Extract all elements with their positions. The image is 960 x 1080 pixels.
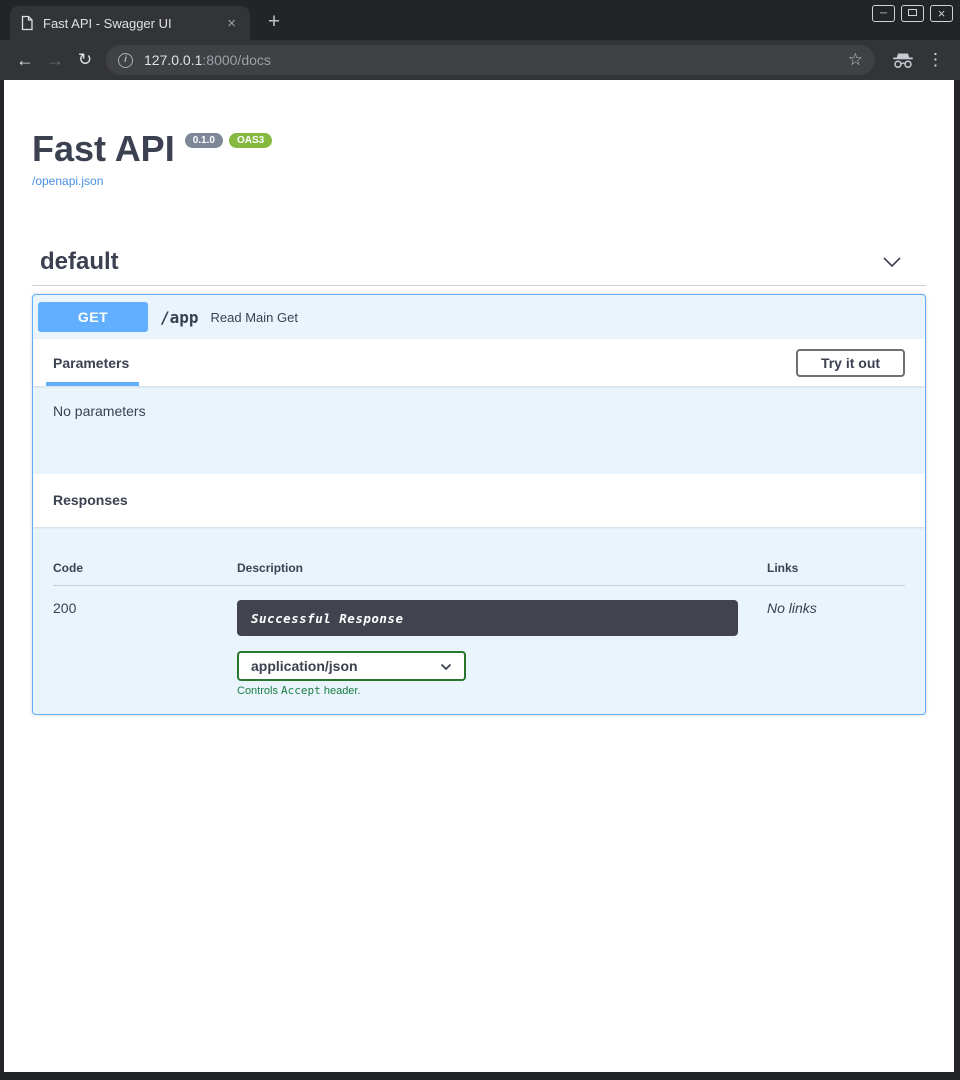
response-code: 200 bbox=[53, 600, 237, 636]
media-type-select[interactable]: application/json bbox=[237, 651, 466, 681]
titlebar: Fast API - Swagger UI × + ─ × bbox=[0, 0, 960, 40]
tab-title: Fast API - Swagger UI bbox=[43, 16, 223, 31]
opblock-get-app: GET /app Read Main Get Parameters Try it… bbox=[32, 294, 926, 715]
browser-menu-icon[interactable]: ⋮ bbox=[921, 50, 950, 70]
operation-path: /app bbox=[160, 308, 199, 327]
responses-table: Code Description Links 200 Successful Re… bbox=[33, 527, 925, 714]
parameters-tab-label: Parameters bbox=[53, 355, 129, 371]
media-type-value: application/json bbox=[251, 658, 358, 674]
address-bar[interactable]: i 127.0.0.1:8000/docs ☆ bbox=[106, 45, 875, 75]
response-links: No links bbox=[767, 600, 905, 636]
operation-summary: Read Main Get bbox=[211, 310, 298, 325]
browser-window: Fast API - Swagger UI × + ─ × ← → ↻ i 12… bbox=[0, 0, 960, 1080]
no-parameters-text: No parameters bbox=[33, 386, 925, 474]
select-chevron-icon bbox=[440, 658, 452, 674]
oas3-badge: OAS3 bbox=[229, 133, 272, 148]
bookmark-star-icon[interactable]: ☆ bbox=[848, 50, 863, 70]
col-header-code: Code bbox=[53, 561, 237, 575]
col-header-description: Description bbox=[237, 561, 767, 575]
parameters-header: Parameters Try it out bbox=[33, 339, 925, 386]
incognito-icon[interactable] bbox=[891, 52, 915, 69]
media-type-row: application/json Controls Accept header. bbox=[237, 651, 905, 697]
tag-header[interactable]: default bbox=[32, 248, 926, 286]
minimize-button[interactable]: ─ bbox=[872, 5, 895, 22]
forward-button[interactable]: → bbox=[40, 50, 70, 71]
url-host: 127.0.0.1 bbox=[144, 52, 202, 68]
maximize-button[interactable] bbox=[901, 5, 924, 22]
browser-tab[interactable]: Fast API - Swagger UI × bbox=[10, 6, 250, 40]
tab-close-icon[interactable]: × bbox=[223, 15, 240, 32]
url-text: 127.0.0.1:8000/docs bbox=[144, 52, 271, 68]
responses-table-header: Code Description Links bbox=[53, 561, 905, 586]
responses-title: Responses bbox=[33, 474, 925, 527]
try-it-out-button[interactable]: Try it out bbox=[796, 349, 905, 377]
page-viewport: Fast API 0.1.0 OAS3 /openapi.json defaul… bbox=[4, 80, 954, 1072]
accept-header-note: Controls Accept header. bbox=[237, 684, 905, 697]
maximize-icon bbox=[908, 9, 917, 16]
site-info-icon[interactable]: i bbox=[118, 53, 133, 68]
version-badge: 0.1.0 bbox=[185, 133, 223, 148]
opblock-summary[interactable]: GET /app Read Main Get bbox=[33, 295, 925, 339]
back-button[interactable]: ← bbox=[10, 50, 40, 71]
tag-section-default: default GET /app Read Main Get bbox=[32, 248, 926, 715]
accept-token: Accept bbox=[281, 684, 321, 697]
window-controls: ─ × bbox=[872, 5, 953, 22]
active-tab-underline bbox=[46, 382, 139, 386]
page-title: Fast API bbox=[32, 129, 175, 169]
col-header-links: Links bbox=[767, 561, 905, 575]
close-window-button[interactable]: × bbox=[930, 5, 953, 22]
tag-name: default bbox=[40, 248, 119, 276]
method-badge-get: GET bbox=[38, 302, 148, 332]
response-description: Successful Response bbox=[237, 600, 738, 636]
api-info: Fast API 0.1.0 OAS3 /openapi.json bbox=[32, 80, 926, 190]
new-tab-button[interactable]: + bbox=[260, 8, 288, 36]
response-row-200: 200 Successful Response No links bbox=[53, 600, 905, 636]
tab-parameters[interactable]: Parameters bbox=[53, 339, 129, 386]
openapi-json-link[interactable]: /openapi.json bbox=[32, 174, 103, 188]
reload-button[interactable]: ↻ bbox=[70, 50, 100, 70]
chevron-down-icon[interactable] bbox=[882, 256, 902, 268]
url-path: :8000/docs bbox=[202, 52, 271, 68]
browser-toolbar: ← → ↻ i 127.0.0.1:8000/docs ☆ ⋮ bbox=[0, 40, 960, 80]
page-file-icon bbox=[20, 15, 34, 31]
